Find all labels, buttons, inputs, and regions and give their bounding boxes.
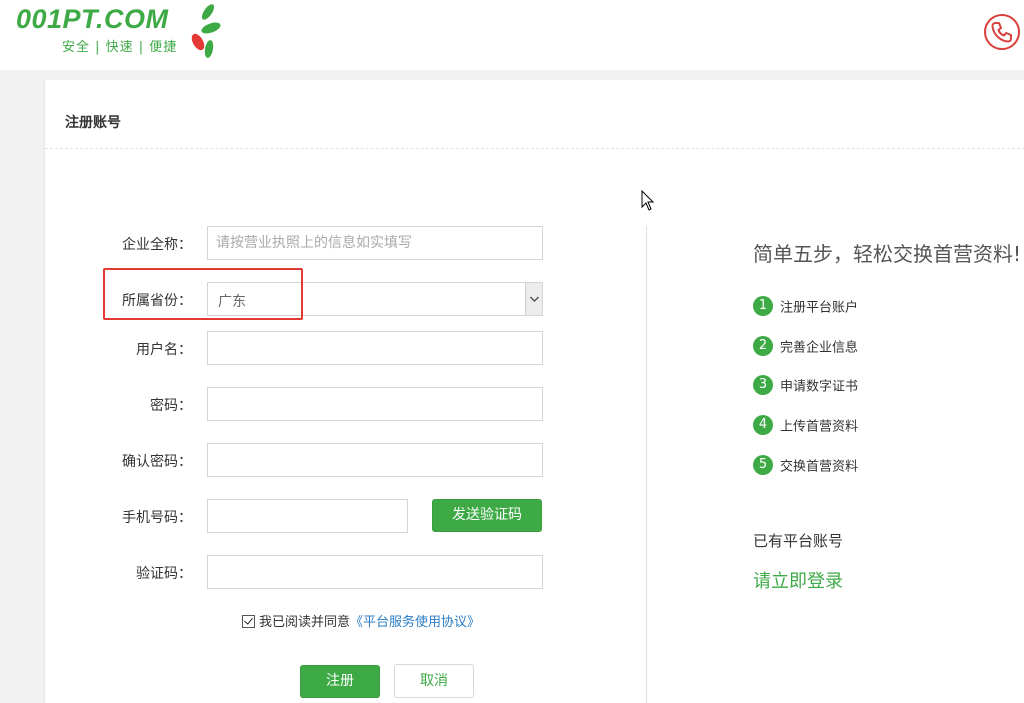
step-label: 上传首营资料 bbox=[780, 419, 859, 435]
step-item: 2 完善企业信息 bbox=[753, 336, 858, 356]
agree-checkbox[interactable] bbox=[242, 615, 255, 628]
username-label: 用户名： bbox=[136, 342, 192, 358]
logo-leaves-icon bbox=[191, 4, 221, 58]
confirm-password-label: 确认密码： bbox=[122, 454, 192, 470]
phone-input[interactable] bbox=[207, 499, 408, 533]
username-input[interactable] bbox=[207, 331, 543, 365]
vertical-divider bbox=[646, 226, 647, 703]
step-label: 注册平台账户 bbox=[780, 300, 859, 316]
step-number-icon: 2 bbox=[753, 336, 773, 356]
step-item: 4 上传首营资料 bbox=[753, 415, 858, 435]
check-icon bbox=[244, 615, 253, 625]
step-number-icon: 3 bbox=[753, 375, 773, 395]
have-account-text: 已有平台账号 bbox=[753, 532, 844, 550]
cancel-button[interactable]: 取消 bbox=[394, 664, 474, 698]
top-header: 001PT.COM 安全 | 快速 | 便捷 bbox=[0, 0, 1024, 70]
password-input[interactable] bbox=[207, 387, 543, 421]
step-label: 交换首营资料 bbox=[780, 459, 859, 475]
logo-slogan: 安全 | 快速 | 便捷 bbox=[62, 40, 178, 55]
step-item: 1 注册平台账户 bbox=[753, 296, 858, 316]
confirm-password-input[interactable] bbox=[207, 443, 543, 477]
page-title: 注册账号 bbox=[65, 115, 121, 131]
mouse-cursor-icon bbox=[641, 190, 655, 211]
code-label: 验证码： bbox=[136, 566, 192, 582]
chevron-down-icon[interactable] bbox=[525, 283, 542, 315]
company-name-input[interactable] bbox=[207, 226, 543, 260]
register-button[interactable]: 注册 bbox=[300, 665, 380, 698]
steps-title: 简单五步，轻松交换首营资料! bbox=[753, 242, 1022, 266]
step-label: 申请数字证书 bbox=[780, 379, 859, 395]
step-number-icon: 4 bbox=[753, 415, 773, 435]
step-item: 3 申请数字证书 bbox=[753, 375, 858, 395]
login-link[interactable]: 请立即登录 bbox=[753, 567, 843, 593]
phone-label: 手机号码： bbox=[122, 510, 192, 526]
step-number-icon: 1 bbox=[753, 296, 773, 316]
agreement-link[interactable]: 《平台服务使用协议》 bbox=[350, 615, 480, 630]
highlight-annotation-box bbox=[103, 268, 303, 320]
title-divider bbox=[45, 148, 1024, 149]
logo-text[interactable]: 001PT.COM bbox=[16, 4, 169, 35]
password-label: 密码： bbox=[150, 398, 192, 414]
step-item: 5 交换首营资料 bbox=[753, 455, 858, 475]
step-label: 完善企业信息 bbox=[780, 340, 859, 356]
send-code-button[interactable]: 发送验证码 bbox=[432, 499, 542, 532]
agree-text: 我已阅读并同意 bbox=[259, 615, 351, 630]
verification-code-input[interactable] bbox=[207, 555, 543, 589]
phone-icon[interactable] bbox=[982, 12, 1022, 52]
company-label: 企业全称： bbox=[122, 237, 192, 253]
step-number-icon: 5 bbox=[753, 455, 773, 475]
agreement-row: 我已阅读并同意《平台服务使用协议》 bbox=[242, 611, 480, 630]
